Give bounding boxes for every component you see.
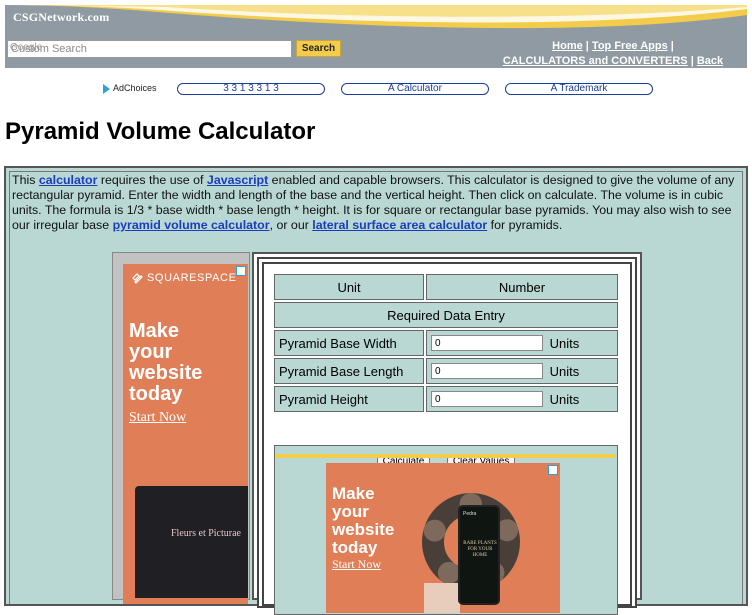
search-button[interactable]: Search xyxy=(296,40,341,57)
nav-separator: | xyxy=(690,55,694,67)
laptop-image: Fleurs et Picturae xyxy=(135,486,248,598)
unit-label: Units xyxy=(549,391,580,407)
calculators-converters-link[interactable]: CALCULATORS and CONVERTERS xyxy=(503,55,688,67)
ad-link-2[interactable]: A Calculator xyxy=(341,83,489,95)
inner-squarespace-ad[interactable]: Make your website today Start Now Pedra … xyxy=(326,463,560,613)
nav-separator: | xyxy=(670,40,674,52)
calculator-link[interactable]: calculator xyxy=(39,173,98,187)
section-row: Required Data Entry xyxy=(274,302,618,328)
table-row: Pyramid Base Length Units xyxy=(274,358,618,384)
base-width-input[interactable] xyxy=(431,335,543,352)
ad-headline-line: your xyxy=(129,341,173,363)
table-row: Pyramid Height Units xyxy=(274,386,618,412)
intro-text: This xyxy=(12,173,39,187)
javascript-link[interactable]: Javascript xyxy=(207,173,268,187)
header-swoosh-graphic xyxy=(5,5,747,29)
calculator-frame-border-inner: Unit Number Required Data Entry Pyramid … xyxy=(262,262,632,615)
table-row: Pyramid Base Width Units xyxy=(274,330,618,356)
ad-headline-line: Make xyxy=(129,320,180,342)
ad-start-now-link[interactable]: Start Now xyxy=(129,410,186,426)
table-header-row: Unit Number xyxy=(274,274,618,300)
ad-headline-line: your xyxy=(332,502,369,521)
squarespace-ad[interactable]: SQUARESPACE Make your website today Star… xyxy=(123,264,248,604)
ad-info-icon[interactable] xyxy=(548,465,558,475)
squarespace-brand-text: SQUARESPACE xyxy=(147,272,237,284)
base-width-cell: Units xyxy=(426,330,618,356)
tablet-brand-text: Pedra xyxy=(463,511,477,517)
intro-paragraph: This calculator requires the use of Java… xyxy=(12,173,740,233)
unit-label: Units xyxy=(549,335,580,351)
yellow-divider xyxy=(276,454,616,458)
base-length-input[interactable] xyxy=(431,363,543,380)
column-header-unit: Unit xyxy=(274,274,424,300)
ad-link-3[interactable]: A Trademark xyxy=(505,83,653,95)
laptop-screen-text: Fleurs et Picturae xyxy=(171,528,241,539)
back-link[interactable]: Back xyxy=(697,55,723,67)
height-input[interactable] xyxy=(431,391,543,408)
intro-text: requires the use of xyxy=(97,173,207,187)
adchoices-icon xyxy=(103,83,110,94)
ad-headline: Make your website today xyxy=(129,321,202,405)
ad-link-1[interactable]: 3 3 1 3 3 1 3 xyxy=(177,83,325,95)
top-nav-links: Home | Top Free Apps | CALCULATORS and C… xyxy=(483,39,743,68)
calculator-frame: Unit Number Required Data Entry Pyramid … xyxy=(252,252,642,615)
sidebar-ad-frame: SQUARESPACE Make your website today Star… xyxy=(112,252,250,604)
inner-ad-headline: Make your website today xyxy=(332,485,394,557)
ad-headline-line: today xyxy=(332,538,378,557)
lateral-surface-area-link[interactable]: lateral surface area calculator xyxy=(312,218,487,232)
base-width-label: Pyramid Base Width xyxy=(274,330,424,356)
adchoices-text: AdChoices xyxy=(113,83,157,93)
squarespace-brand: SQUARESPACE xyxy=(131,272,237,284)
search-input[interactable] xyxy=(7,40,292,58)
pyramid-volume-calculator-link[interactable]: pyramid volume calculator xyxy=(113,218,270,232)
ad-headline-line: website xyxy=(332,520,395,539)
page-title: Pyramid Volume Calculator xyxy=(5,118,316,145)
intro-text: , or our xyxy=(269,218,313,232)
base-length-label: Pyramid Base Length xyxy=(274,358,424,384)
ad-headline-line: website xyxy=(129,362,203,384)
calculator-frame-border: Unit Number Required Data Entry Pyramid … xyxy=(257,257,637,615)
tablet-image: Pedra RARE PLANTS FOR YOUR HOME xyxy=(458,505,500,605)
ad-info-icon[interactable] xyxy=(236,266,246,276)
tablet-screen-text: RARE PLANTS FOR YOUR HOME xyxy=(463,541,497,558)
squarespace-logo-icon xyxy=(132,273,143,284)
site-logo[interactable]: CSGNetwork.com xyxy=(13,10,109,25)
height-label: Pyramid Height xyxy=(274,386,424,412)
pedestal-image xyxy=(424,583,460,613)
nav-separator: | xyxy=(585,40,589,52)
home-link[interactable]: Home xyxy=(552,40,583,52)
height-cell: Units xyxy=(426,386,618,412)
unit-label: Units xyxy=(549,363,580,379)
adchoices-label[interactable]: AdChoices xyxy=(103,83,157,94)
column-header-number: Number xyxy=(426,274,618,300)
calculator-table: Unit Number Required Data Entry Pyramid … xyxy=(272,272,620,414)
intro-text: for pyramids. xyxy=(487,218,563,232)
site-header: CSGNetwork.com Google Search Home | Top … xyxy=(5,5,747,68)
top-free-apps-link[interactable]: Top Free Apps xyxy=(592,40,668,52)
ad-headline-line: Make xyxy=(332,484,375,503)
base-length-cell: Units xyxy=(426,358,618,384)
required-data-entry-label: Required Data Entry xyxy=(274,302,618,328)
ad-headline-line: today xyxy=(129,383,183,405)
ad-link-bar: AdChoices 3 3 1 3 3 1 3 A Calculator A T… xyxy=(0,81,752,97)
inner-ad-start-now-link[interactable]: Start Now xyxy=(332,557,381,572)
